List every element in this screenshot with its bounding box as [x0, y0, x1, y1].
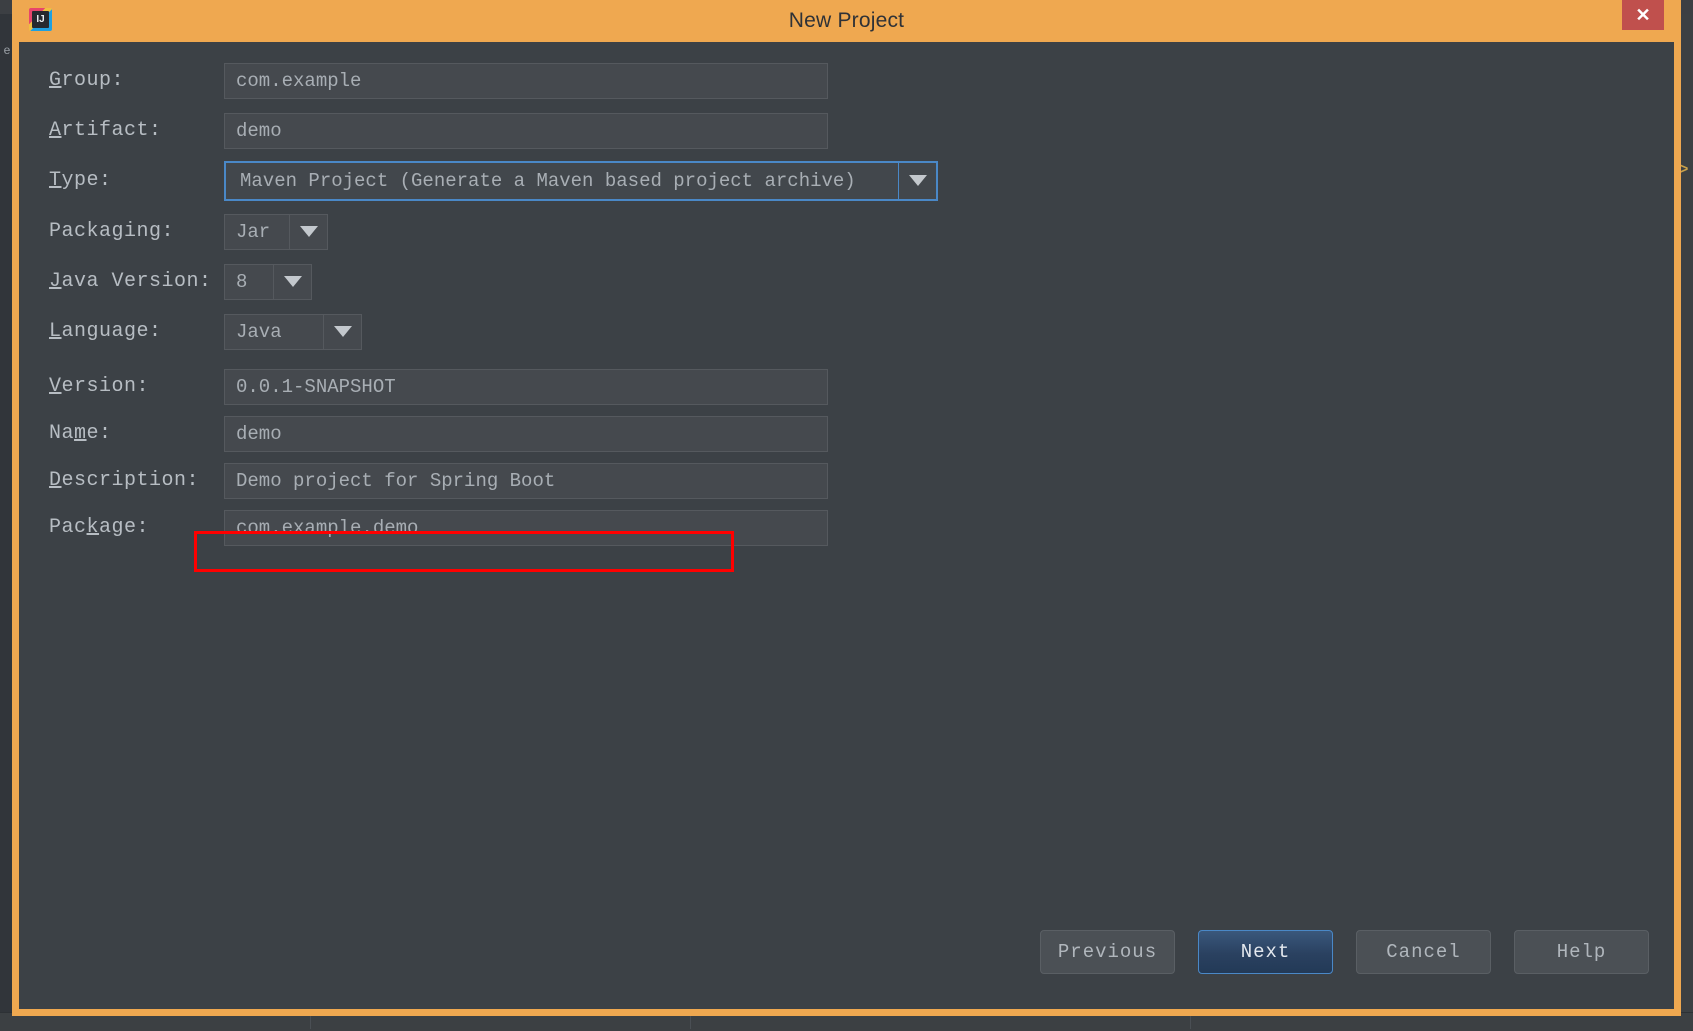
- chevron-down-glyph: [283, 276, 302, 287]
- new-project-dialog: New Project ✕ Group: Artifact: Ty: [12, 0, 1681, 1016]
- label-artifact: Artifact:: [49, 119, 162, 142]
- chevron-down-icon[interactable]: [289, 214, 327, 249]
- packaging-dropdown-value: Jar: [236, 220, 271, 243]
- chevron-down-icon[interactable]: [273, 264, 311, 299]
- help-button[interactable]: Help: [1514, 930, 1649, 974]
- java-version-dropdown-value: 8: [236, 270, 248, 293]
- form-row-name: Name:: [49, 415, 1674, 452]
- dialog-button-bar: Previous Next Cancel Help: [1040, 930, 1649, 974]
- cancel-button-label: Cancel: [1386, 941, 1461, 963]
- package-input[interactable]: [224, 509, 828, 546]
- project-form: Group: Artifact: Type: Maven Project (Ge…: [19, 62, 1674, 572]
- group-input[interactable]: [224, 62, 828, 99]
- close-icon: ✕: [1635, 5, 1651, 25]
- form-row-group: Group:: [49, 62, 1674, 99]
- form-row-package: Package:: [49, 509, 1674, 546]
- artifact-input[interactable]: [224, 112, 828, 149]
- label-type: Type:: [49, 169, 112, 192]
- chevron-down-glyph: [908, 175, 927, 186]
- previous-button-label: Previous: [1057, 941, 1158, 963]
- help-button-label: Help: [1556, 941, 1607, 963]
- form-row-artifact: Artifact:: [49, 112, 1674, 149]
- chevron-down-glyph: [333, 326, 352, 337]
- next-button[interactable]: Next: [1198, 930, 1333, 974]
- chevron-down-icon[interactable]: [323, 314, 361, 349]
- form-row-description: Description:: [49, 462, 1674, 499]
- description-input[interactable]: [224, 462, 828, 499]
- type-dropdown[interactable]: Maven Project (Generate a Maven based pr…: [224, 160, 938, 201]
- version-input[interactable]: [224, 368, 828, 405]
- chevron-down-icon[interactable]: [898, 162, 936, 199]
- cancel-button[interactable]: Cancel: [1356, 930, 1491, 974]
- label-package: Package:: [49, 516, 150, 539]
- next-button-label: Next: [1240, 941, 1291, 963]
- packaging-dropdown[interactable]: Jar: [224, 213, 328, 250]
- label-java-version: Java Version:: [49, 270, 212, 293]
- java-version-dropdown[interactable]: 8: [224, 263, 312, 300]
- form-row-version: Version:: [49, 368, 1674, 405]
- name-input[interactable]: [224, 415, 828, 452]
- intellij-idea-icon: [29, 8, 52, 31]
- language-dropdown-value: Java: [236, 320, 282, 343]
- chevron-down-glyph: [299, 226, 318, 237]
- form-row-language: Language: Java: [49, 313, 1674, 350]
- label-packaging: Packaging:: [49, 220, 175, 243]
- language-dropdown[interactable]: Java: [224, 313, 362, 350]
- status-divider: [310, 1015, 311, 1029]
- form-row-java-version: Java Version: 8: [49, 263, 1674, 300]
- form-row-type: Type: Maven Project (Generate a Maven ba…: [49, 160, 1674, 201]
- label-description: Description:: [49, 469, 200, 492]
- status-divider: [690, 1015, 691, 1029]
- close-button[interactable]: ✕: [1622, 0, 1664, 30]
- type-dropdown-value: Maven Project (Generate a Maven based pr…: [240, 169, 856, 192]
- label-language: Language:: [49, 320, 162, 343]
- form-row-packaging: Packaging: Jar: [49, 213, 1674, 250]
- screen: e > New Project ✕ Group:: [0, 0, 1693, 1031]
- previous-button[interactable]: Previous: [1040, 930, 1175, 974]
- dialog-body: Group: Artifact: Type: Maven Project (Ge…: [19, 42, 1674, 1009]
- dialog-titlebar: New Project ✕: [19, 0, 1674, 42]
- status-divider: [1190, 1015, 1191, 1029]
- label-name: Name:: [49, 422, 112, 445]
- dialog-title: New Project: [788, 9, 905, 32]
- label-version: Version:: [49, 375, 150, 398]
- label-group: Group:: [49, 69, 125, 92]
